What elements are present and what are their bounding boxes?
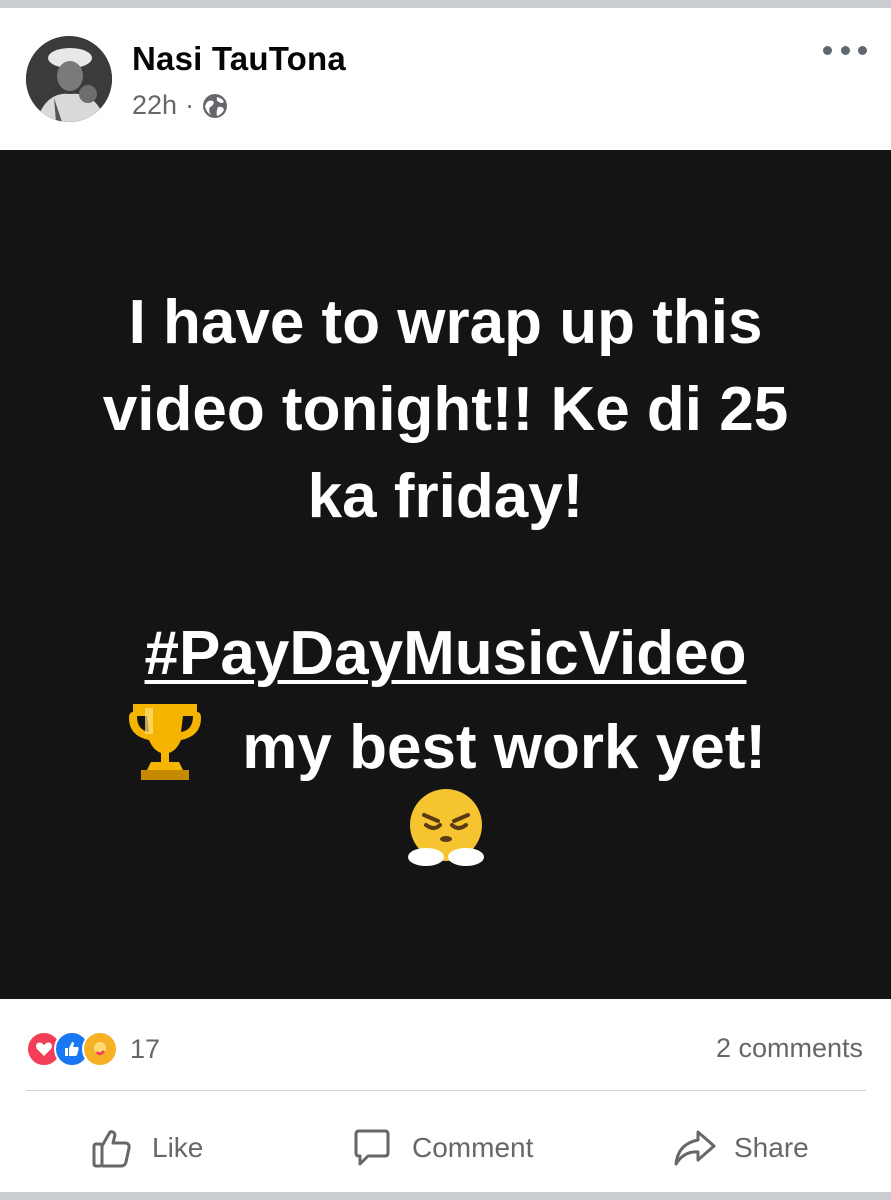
face-with-steam-emoji: [404, 785, 488, 893]
comment-icon: [354, 1129, 390, 1166]
comment-button[interactable]: Comment: [350, 1126, 533, 1170]
comment-label: Comment: [412, 1132, 534, 1163]
post-time[interactable]: 22h: [132, 90, 177, 121]
post-stats: 17 2 comments: [0, 1023, 891, 1073]
post-text-line: video tonight!! Ke di 25: [102, 375, 789, 444]
author-avatar[interactable]: [26, 36, 112, 122]
author-name[interactable]: Nasi TauTona: [132, 40, 346, 78]
share-button[interactable]: Share: [672, 1126, 809, 1170]
reaction-count: 17: [130, 1033, 161, 1064]
share-label: Share: [734, 1132, 809, 1163]
post-card: Nasi TauTona 22h · I have to wrap up thi…: [0, 8, 891, 1192]
hashtag-link[interactable]: #PayDayMusicVideo: [145, 619, 747, 688]
like-label: Like: [152, 1132, 204, 1163]
stats-divider: [26, 1090, 866, 1091]
post-text: I have to wrap up this video tonight!! K…: [0, 280, 891, 875]
post-text-line: my best work yet!: [242, 713, 766, 783]
meta-separator: ·: [185, 90, 195, 120]
reactions-summary[interactable]: 17: [26, 1031, 160, 1067]
comments-count-link[interactable]: 2 comments: [716, 1033, 863, 1064]
like-button[interactable]: Like: [90, 1126, 203, 1170]
trophy-emoji: [125, 698, 205, 806]
share-icon: [674, 1130, 716, 1166]
care-reaction-icon: [82, 1031, 118, 1067]
post-text-line: I have to wrap up this: [128, 288, 763, 357]
post-actions: Like Comment Share: [0, 1108, 891, 1184]
thumbs-up-icon: [92, 1130, 131, 1168]
globe-icon: [202, 93, 228, 119]
post-meta: 22h ·: [132, 90, 228, 121]
post-text-line: ka friday!: [307, 462, 584, 531]
more-options-icon[interactable]: [823, 38, 867, 62]
post-header: Nasi TauTona 22h ·: [0, 8, 891, 150]
